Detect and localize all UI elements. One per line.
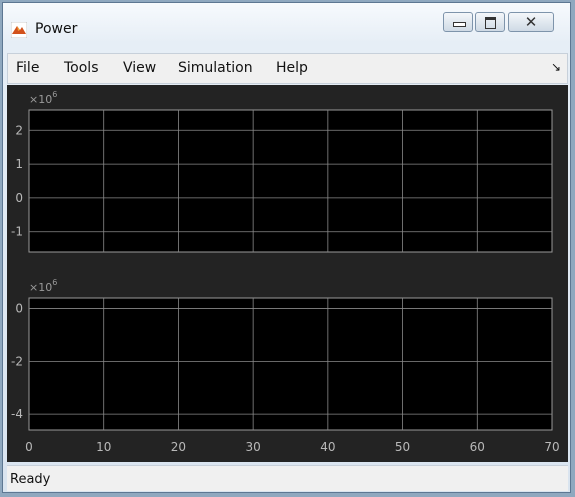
- title-bar[interactable]: Power ✕: [3, 3, 570, 47]
- x-tick-label: 30: [246, 440, 261, 454]
- bottom-plot-area: [28, 297, 553, 431]
- menu-help[interactable]: Help: [276, 60, 308, 76]
- top-axes[interactable]: ×106 2 1 0 -1: [11, 90, 553, 253]
- bottom-y-ticks: 0 -2 -4: [11, 302, 23, 422]
- top-y-tick-label: -1: [11, 225, 23, 239]
- bottom-exponent-label: ×106: [29, 278, 57, 294]
- x-tick-label: 40: [320, 440, 335, 454]
- menu-view[interactable]: View: [123, 60, 156, 76]
- top-exponent-label: ×106: [29, 90, 57, 106]
- menu-simulation[interactable]: Simulation: [178, 60, 253, 76]
- status-bar: Ready: [7, 465, 568, 491]
- bottom-axes[interactable]: ×106 0 -2 -4 0 10 20 30 40 50 60 70: [11, 278, 560, 454]
- bottom-y-tick-label: 0: [15, 302, 23, 316]
- bottom-y-tick-label: -4: [11, 407, 23, 421]
- status-text: Ready: [10, 472, 51, 487]
- x-tick-label: 0: [25, 440, 33, 454]
- menu-tools[interactable]: Tools: [64, 60, 99, 76]
- top-y-tick-label: 0: [15, 191, 23, 205]
- toolbar-toggle-icon[interactable]: ↘: [551, 60, 561, 74]
- x-tick-label: 70: [544, 440, 559, 454]
- figure-window: Power ✕ File Tools View Simulation Help …: [2, 2, 571, 493]
- x-tick-label: 20: [171, 440, 186, 454]
- top-y-tick-label: 1: [15, 157, 23, 171]
- x-tick-label: 50: [395, 440, 410, 454]
- x-tick-label: 10: [96, 440, 111, 454]
- menu-file[interactable]: File: [16, 60, 39, 76]
- top-y-tick-label: 2: [15, 123, 23, 137]
- scope-plots: ×106 210-1 ×106 0-2-4 0 10 20 30 40 50 60 70: [11, 90, 560, 454]
- bottom-y-tick-label: -2: [11, 354, 23, 368]
- window-title: Power: [35, 21, 78, 37]
- maximize-button[interactable]: [475, 12, 505, 32]
- minimize-button[interactable]: [443, 12, 473, 32]
- close-button[interactable]: ✕: [508, 12, 554, 32]
- x-ticks: 0 10 20 30 40 50 60 70: [25, 440, 559, 454]
- top-y-ticks: 2 1 0 -1: [11, 123, 23, 238]
- top-plot-area: [28, 109, 553, 253]
- scope-figure: ×106 2 1 0 -1 ×106 0 -2 -4 0 10 20 30 40 50 60 70: [7, 85, 568, 462]
- matlab-icon: [11, 22, 27, 38]
- menu-bar: File Tools View Simulation Help ↘: [7, 53, 568, 84]
- x-tick-label: 60: [470, 440, 485, 454]
- close-icon: ✕: [524, 13, 538, 31]
